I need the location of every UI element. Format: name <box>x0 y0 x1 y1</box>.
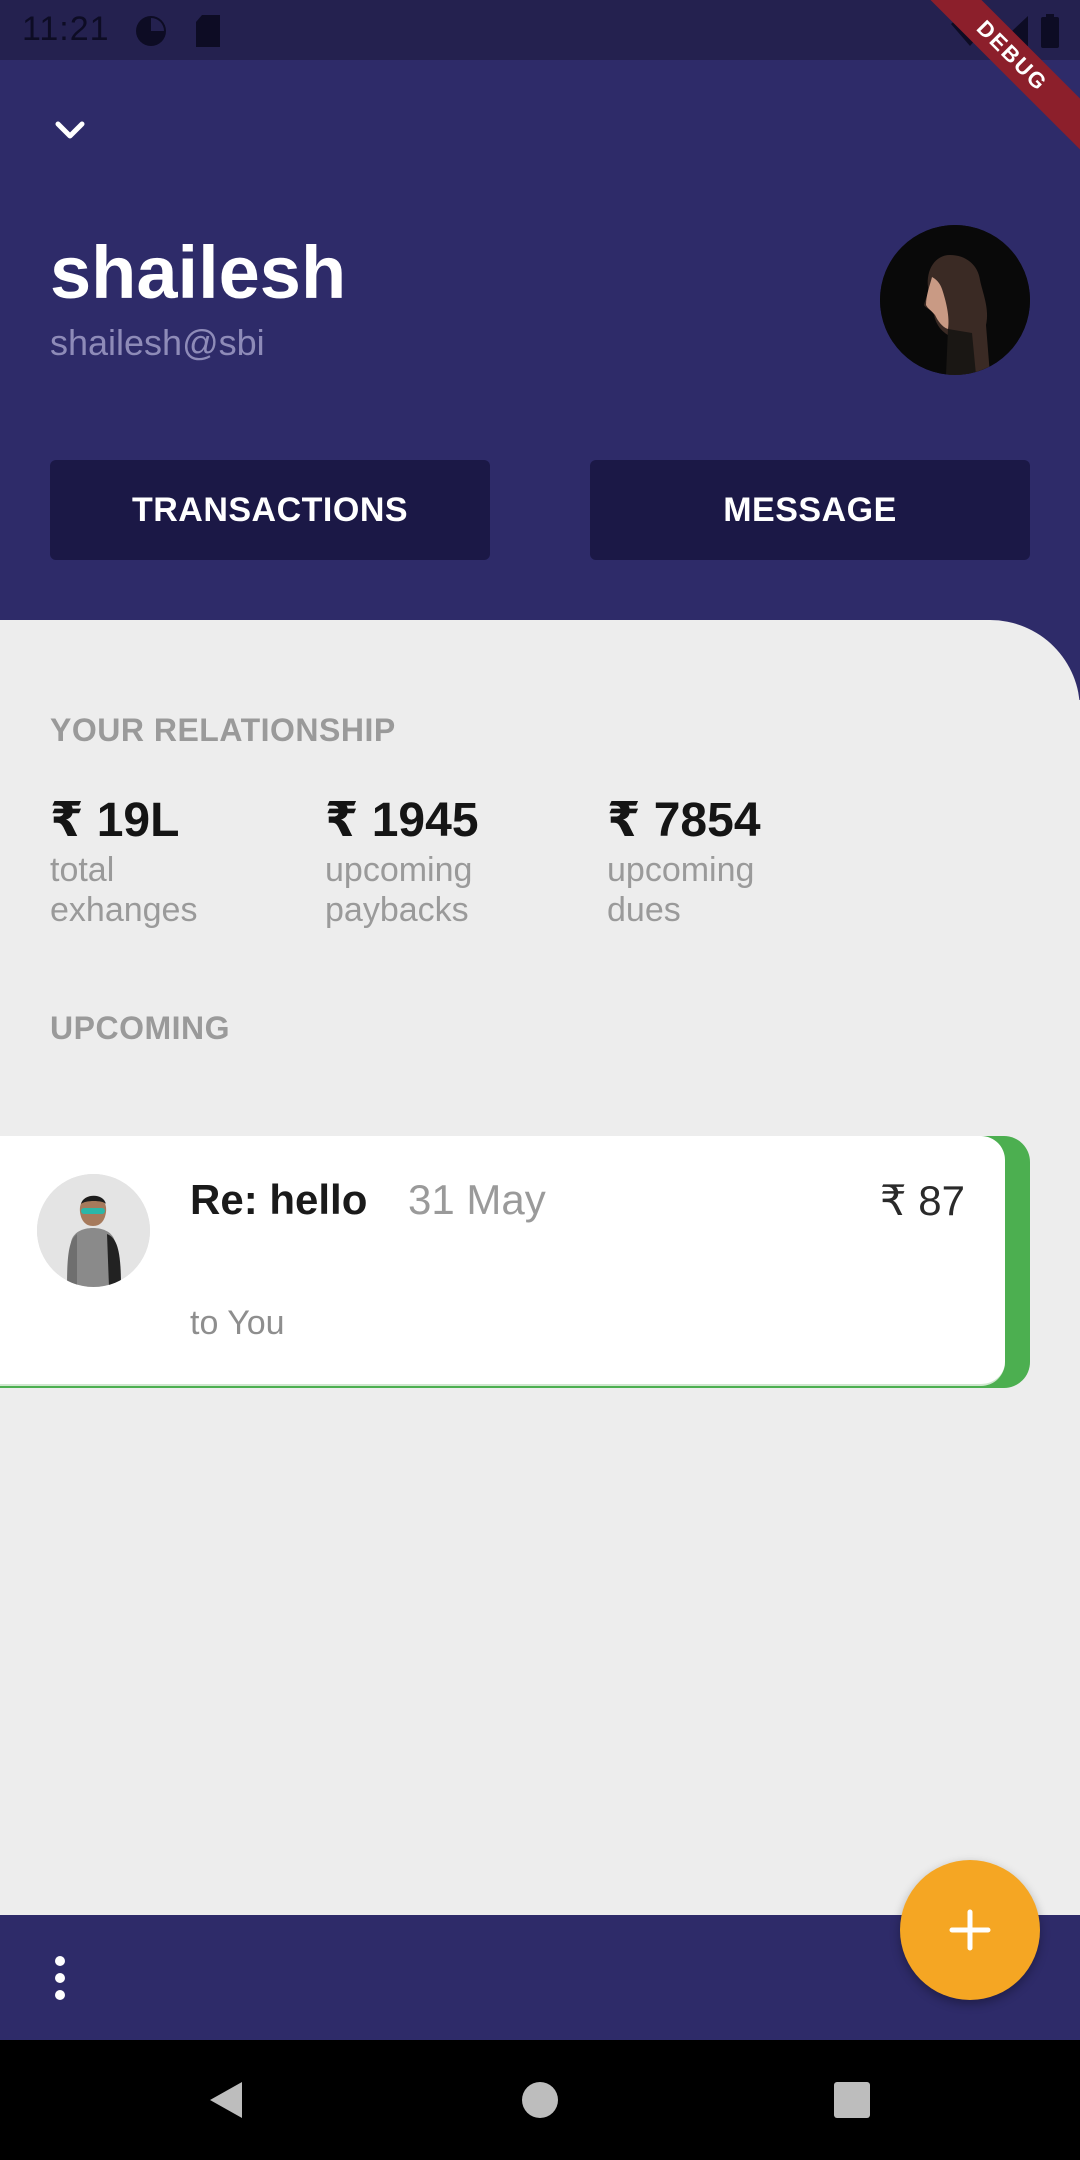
system-nav-bar <box>0 2040 1080 2160</box>
more-menu-button[interactable] <box>48 1953 72 2003</box>
upcoming-section-label: UPCOMING <box>50 1010 230 1046</box>
stat-value: ₹ 19L <box>50 794 180 847</box>
add-fab-button[interactable] <box>900 1860 1040 2000</box>
status-bar: 11:21 <box>0 0 1080 60</box>
stat-total-exchanges: ₹ 19L total exhanges <box>50 792 197 930</box>
upcoming-item-title: Re: hello <box>190 1176 368 1223</box>
back-triangle-icon <box>210 2082 242 2118</box>
stat-upcoming-dues: ₹ 7854 upcoming dues <box>607 792 761 930</box>
status-time: 11:21 <box>22 10 110 48</box>
chevron-down-icon <box>55 121 85 139</box>
nav-back-button[interactable] <box>166 2040 286 2160</box>
upcoming-item-card[interactable]: Re: hello 31 May ₹ 87 to You <box>0 1136 1030 1388</box>
home-circle-icon <box>522 2082 558 2118</box>
profile-header: shailesh shailesh@sbi TRANSACTIONS MESSA… <box>0 60 1080 700</box>
upcoming-item-body: Re: hello 31 May ₹ 87 to You <box>0 1136 1005 1386</box>
stat-upcoming-paybacks: ₹ 1945 upcoming paybacks <box>325 792 479 930</box>
stat-value: ₹ 7854 <box>607 794 761 847</box>
recents-square-icon <box>834 2082 870 2118</box>
avatar-portrait-image <box>880 225 1030 375</box>
sd-card-icon <box>196 15 220 47</box>
profile-handle: shailesh@sbi <box>50 322 265 363</box>
stat-caption-line: paybacks <box>325 891 469 929</box>
upcoming-item-amount: ₹ 87 <box>879 1177 965 1224</box>
profile-name: shailesh <box>50 231 347 314</box>
more-vert-icon <box>55 1956 65 2000</box>
upcoming-item-date: 31 May <box>408 1176 546 1223</box>
stat-caption-line: exhanges <box>50 891 198 929</box>
upcoming-item-subtitle: to You <box>190 1304 285 1342</box>
stat-caption-line: dues <box>607 891 681 929</box>
nav-home-button[interactable] <box>480 2040 600 2160</box>
transactions-button[interactable]: TRANSACTIONS <box>50 460 490 560</box>
stat-caption-line: upcoming <box>325 851 473 889</box>
profile-avatar[interactable] <box>880 225 1030 375</box>
stat-caption: upcoming paybacks <box>325 850 479 930</box>
stat-caption-line: upcoming <box>607 851 755 889</box>
nav-recents-button[interactable] <box>792 2040 912 2160</box>
contact-portrait-image <box>37 1174 150 1287</box>
contact-avatar <box>37 1174 150 1287</box>
relationship-section-label: YOUR RELATIONSHIP <box>50 712 396 748</box>
battery-icon <box>1041 14 1059 48</box>
stat-caption-line: total <box>50 851 115 889</box>
stat-caption: total exhanges <box>50 850 197 930</box>
data-saver-icon <box>136 16 166 46</box>
collapse-button[interactable] <box>44 104 96 156</box>
plus-icon <box>949 1909 991 1951</box>
stat-value: ₹ 1945 <box>325 794 479 847</box>
stat-caption: upcoming dues <box>607 850 761 930</box>
message-button[interactable]: MESSAGE <box>590 460 1030 560</box>
